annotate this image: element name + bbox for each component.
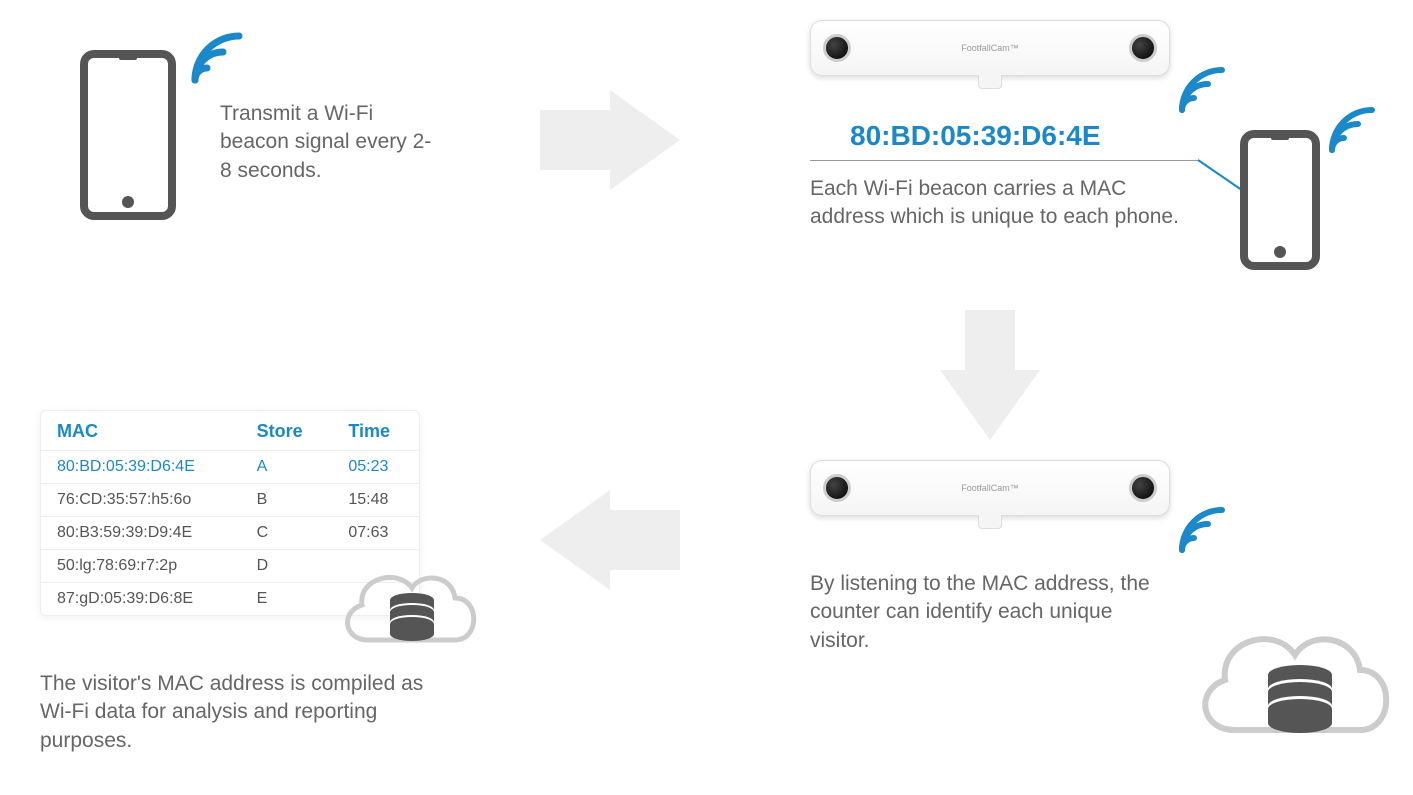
step1: Transmit a Wi-Fi beacon signal every 2-8… — [40, 30, 440, 250]
step3: FootfallCam™ By listening to the MAC add… — [800, 460, 1400, 760]
cell-mac: 80:BD:05:39:D6:4E — [41, 451, 241, 484]
wifi-icon — [1320, 105, 1380, 165]
step3-desc: By listening to the MAC address, the cou… — [810, 570, 1170, 655]
wifi-icon — [180, 25, 252, 97]
phone-icon — [1240, 130, 1320, 270]
camera-mount — [978, 515, 1002, 529]
cloud-database-icon — [1180, 580, 1400, 775]
step4: MAC Store Time 80:BD:05:39:D6:4EA05:2376… — [40, 410, 500, 770]
phone-icon — [80, 50, 176, 220]
cell-store: D — [241, 550, 333, 583]
camera-device: FootfallCam™ — [810, 460, 1170, 516]
camera-mount — [978, 75, 1002, 89]
step2-desc: Each Wi-Fi beacon carries a MAC address … — [810, 175, 1190, 232]
mac-address: 80:BD:05:39:D6:4E — [850, 120, 1101, 152]
cell-store: B — [241, 484, 333, 517]
cell-store: E — [241, 583, 333, 616]
wifi-icon — [1170, 505, 1230, 565]
table-row: 76:CD:35:57:h5:6oB15:48 — [41, 484, 419, 517]
arrow-right-icon — [530, 80, 690, 200]
camera-lens-right — [1129, 34, 1157, 62]
camera-device: FootfallCam™ — [810, 20, 1170, 76]
cell-store: C — [241, 517, 333, 550]
cell-mac: 76:CD:35:57:h5:6o — [41, 484, 241, 517]
camera-brand: FootfallCam™ — [961, 483, 1019, 493]
camera-brand: FootfallCam™ — [961, 43, 1019, 53]
arrow-left-icon — [530, 480, 690, 600]
camera-lens-right — [1129, 474, 1157, 502]
cell-mac: 87:gD:05:39:D6:8E — [41, 583, 241, 616]
col-store: Store — [241, 411, 333, 451]
camera-lens-left — [823, 34, 851, 62]
divider — [810, 160, 1200, 161]
arrow-down-icon — [930, 300, 1050, 450]
camera-lens-left — [823, 474, 851, 502]
step1-desc: Transmit a Wi-Fi beacon signal every 2-8… — [220, 100, 440, 185]
cell-mac: 50:lg:78:69:r7:2p — [41, 550, 241, 583]
col-time: Time — [332, 411, 419, 451]
wifi-icon — [1170, 65, 1230, 125]
cell-time: 05:23 — [332, 451, 419, 484]
step4-desc: The visitor's MAC address is compiled as… — [40, 670, 460, 755]
table-row: 80:BD:05:39:D6:4EA05:23 — [41, 451, 419, 484]
step2: FootfallCam™ 80:BD:05:39:D6:4E Each Wi-F… — [800, 20, 1380, 320]
cloud-database-icon — [330, 540, 480, 675]
cell-time: 15:48 — [332, 484, 419, 517]
col-mac: MAC — [41, 411, 241, 451]
cell-mac: 80:B3:59:39:D9:4E — [41, 517, 241, 550]
cell-store: A — [241, 451, 333, 484]
